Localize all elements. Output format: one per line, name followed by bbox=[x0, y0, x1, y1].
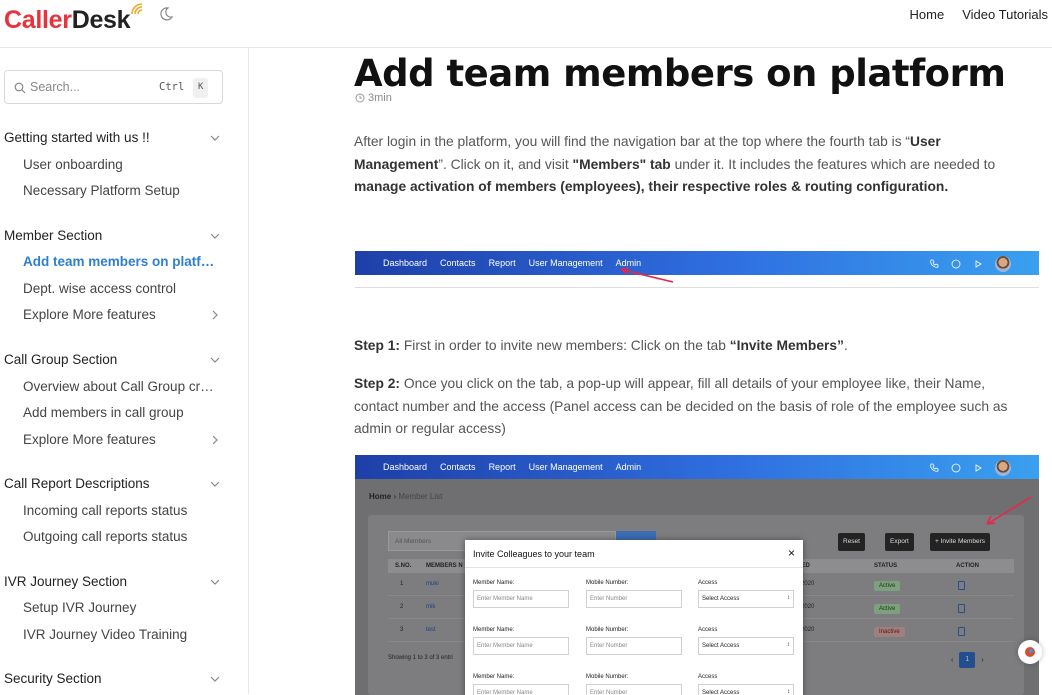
showing-entries: Showing 1 to 3 of 3 entri bbox=[388, 655, 453, 661]
invite-modal: Invite Colleagues to your team × Member N… bbox=[465, 540, 803, 695]
clock-icon bbox=[355, 93, 365, 103]
chevron-down-icon bbox=[210, 233, 220, 239]
sidebar-item-call-group-overview[interactable]: Overview about Call Group creation bbox=[23, 379, 221, 394]
help-icon bbox=[951, 259, 961, 269]
arrow-annotation bbox=[986, 496, 1032, 525]
app-navbar: Dashboard Contacts Report User Management Ad… bbox=[355, 251, 1039, 275]
sidebar-item-setup-ivr[interactable]: Setup IVR Journey bbox=[23, 600, 221, 615]
section-security[interactable]: Security Section bbox=[4, 671, 222, 686]
section-getting-started[interactable]: Getting started with us !! bbox=[4, 130, 222, 145]
app-nav-contacts: Contacts bbox=[440, 462, 476, 472]
app-nav-report: Report bbox=[488, 258, 516, 268]
delete-icon bbox=[958, 604, 965, 613]
app-navbar: Dashboard Contacts Report User Management Ad… bbox=[355, 455, 1039, 479]
sidebar-item-incoming-reports[interactable]: Incoming call reports status bbox=[23, 503, 221, 518]
top-bar: CallerDesk Home Video Tutorials bbox=[0, 0, 1052, 48]
page-title: Add team members on platform bbox=[354, 52, 1006, 95]
breadcrumb: Home › Member List bbox=[369, 492, 443, 501]
delete-icon bbox=[958, 627, 965, 636]
pagination: ‹ 1 › bbox=[951, 652, 984, 668]
chevron-down-icon bbox=[210, 579, 220, 585]
modal-header: Invite Colleagues to your team × bbox=[465, 540, 803, 568]
support-widget-button[interactable] bbox=[1018, 640, 1042, 664]
main-content: Add team members on platform 3min After … bbox=[250, 48, 1052, 695]
sidebar-item-dept-access[interactable]: Dept. wise access control bbox=[23, 281, 221, 296]
invite-members-button: + Invite Members bbox=[930, 533, 991, 551]
phone-icon bbox=[930, 259, 939, 268]
read-time: 3min bbox=[355, 92, 392, 104]
app-nav-report: Report bbox=[488, 462, 516, 472]
search-input[interactable]: Search... Ctrl K bbox=[4, 70, 223, 104]
logo[interactable]: CallerDesk bbox=[4, 3, 143, 35]
sidebar-item-add-members-call-group[interactable]: Add members in call group bbox=[23, 405, 221, 420]
invite-popup-screenshot-image: Dashboard Contacts Report User Management Ad… bbox=[355, 455, 1039, 695]
close-icon: × bbox=[787, 546, 795, 560]
section-ivr-journey[interactable]: IVR Journey Section bbox=[4, 574, 222, 589]
sidebar-item-explore-more[interactable]: Explore More features bbox=[23, 307, 221, 322]
help-icon bbox=[951, 463, 961, 473]
play-icon bbox=[975, 260, 982, 268]
step2-paragraph: Step 2: Once you click on the tab, a pop… bbox=[354, 376, 1008, 436]
sidebar-item-ivr-video[interactable]: IVR Journey Video Training bbox=[23, 627, 221, 642]
sidebar-item-user-onboarding[interactable]: User onboarding bbox=[23, 157, 221, 172]
avatar bbox=[995, 256, 1011, 272]
section-call-group[interactable]: Call Group Section bbox=[4, 352, 222, 367]
nav-home-link[interactable]: Home bbox=[910, 7, 945, 22]
shortcut-k: K bbox=[193, 78, 209, 98]
export-button: Export bbox=[885, 533, 914, 551]
avatar bbox=[995, 460, 1011, 476]
intro-paragraph: After login in the platform, you will fi… bbox=[354, 134, 996, 194]
app-nav-user-management: User Management bbox=[528, 462, 603, 472]
section-member[interactable]: Member Section bbox=[4, 228, 222, 243]
app-nav-dashboard: Dashboard bbox=[383, 258, 428, 268]
top-nav: Home Video Tutorials bbox=[910, 7, 1048, 22]
signal-icon bbox=[131, 3, 143, 15]
shortcut-ctrl: Ctrl bbox=[159, 81, 185, 93]
chevron-right-icon bbox=[212, 310, 218, 320]
theme-toggle-icon[interactable] bbox=[158, 6, 174, 22]
section-call-report[interactable]: Call Report Descriptions bbox=[4, 476, 222, 491]
search-icon bbox=[14, 82, 26, 94]
nav-video-tutorials-link[interactable]: Video Tutorials bbox=[962, 7, 1048, 22]
app-nav-icons bbox=[929, 460, 1011, 476]
sidebar: Search... Ctrl K Getting started with us… bbox=[0, 48, 249, 694]
app-nav-dashboard: Dashboard bbox=[383, 462, 428, 472]
delete-icon bbox=[958, 581, 965, 590]
sidebar-item-explore-more[interactable]: Explore More features bbox=[23, 432, 221, 447]
play-icon bbox=[975, 464, 982, 472]
reset-button: Reset bbox=[838, 533, 865, 551]
app-nav-icons bbox=[929, 256, 1011, 272]
arrow-annotation bbox=[620, 267, 674, 283]
rocket-icon bbox=[1025, 647, 1035, 657]
invite-form-row: Member Name: Enter Member Name Mobile Num… bbox=[473, 674, 795, 695]
phone-icon bbox=[930, 463, 939, 472]
sidebar-item-outgoing-reports[interactable]: Outgoing call reports status bbox=[23, 529, 221, 544]
step1-paragraph: Step 1: First in order to invite new mem… bbox=[354, 338, 848, 353]
chevron-down-icon bbox=[210, 676, 220, 682]
invite-form-row: Member Name: Enter Member Name Mobile Num… bbox=[473, 580, 795, 618]
chevron-right-icon bbox=[212, 435, 218, 445]
navbar-screenshot-image: Dashboard Contacts Report User Management Ad… bbox=[355, 251, 1039, 288]
chevron-down-icon bbox=[210, 135, 220, 141]
chevron-down-icon bbox=[210, 481, 220, 487]
app-nav-admin: Admin bbox=[615, 462, 642, 472]
invite-form-row: Member Name: Enter Member Name Mobile Num… bbox=[473, 627, 795, 665]
chevron-down-icon bbox=[210, 357, 220, 363]
app-nav-user-management: User Management bbox=[528, 258, 603, 268]
sidebar-item-platform-setup[interactable]: Necessary Platform Setup bbox=[23, 183, 221, 198]
app-nav-contacts: Contacts bbox=[440, 258, 476, 268]
search-placeholder: Search... bbox=[30, 80, 81, 94]
sidebar-item-add-team-members[interactable]: Add team members on platform bbox=[23, 254, 221, 269]
